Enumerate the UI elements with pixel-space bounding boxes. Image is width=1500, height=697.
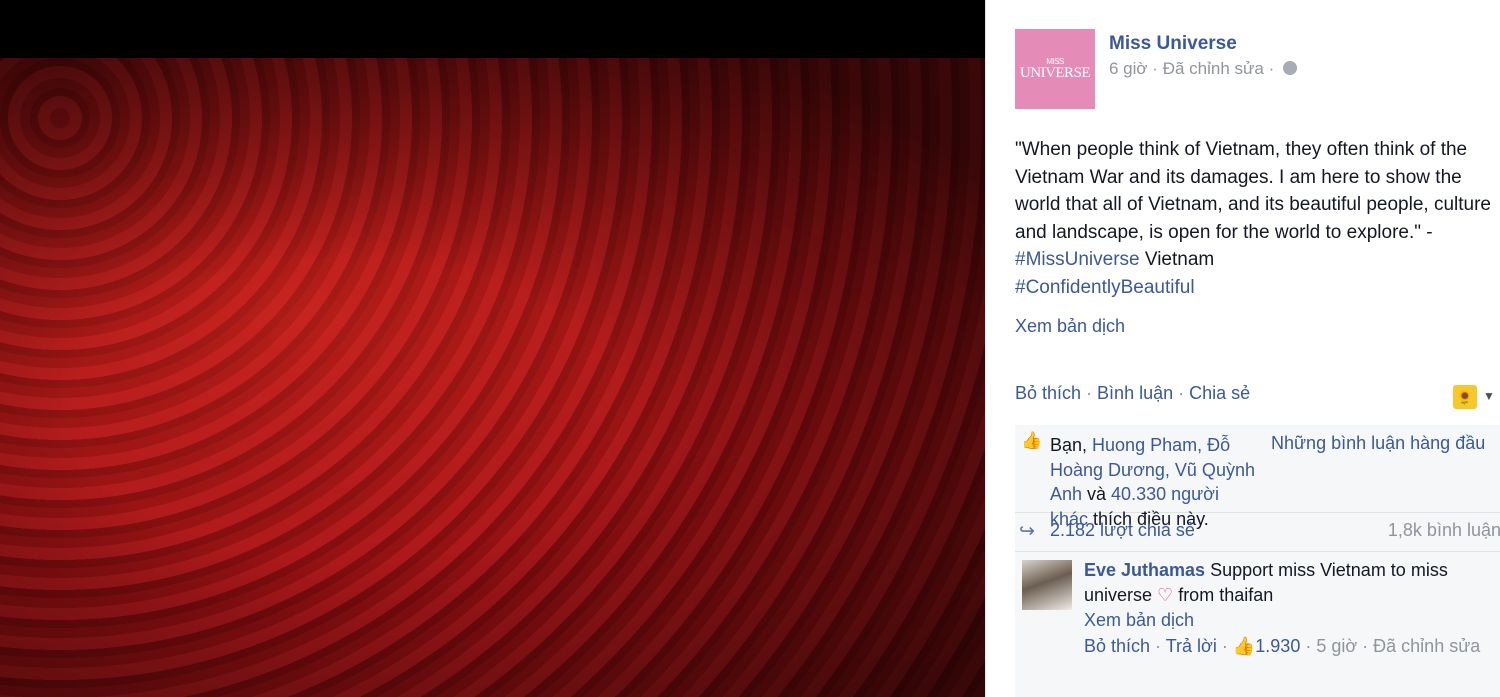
- hashtag-confidentlybeautiful[interactable]: #ConfidentlyBeautiful: [1015, 277, 1195, 298]
- globe-icon[interactable]: [1283, 61, 1297, 75]
- see-translation-link[interactable]: Xem bản dịch: [1015, 316, 1125, 337]
- post-time[interactable]: 6 giờ: [1109, 59, 1148, 78]
- miss-universe-logo: MISS UNIVERSE: [1019, 56, 1091, 81]
- comment-unlike-link[interactable]: Bỏ thích: [1084, 636, 1150, 656]
- hashtag-missuniverse[interactable]: #MissUniverse: [1015, 249, 1140, 270]
- page-avatar[interactable]: MISS UNIVERSE: [1015, 29, 1095, 109]
- avatar[interactable]: [1022, 560, 1072, 610]
- comments-count: 1,8k bình luận: [1387, 520, 1500, 540]
- comment-item: Eve Juthamas Support miss Vietnam to mis…: [1015, 552, 1500, 697]
- shares-row: ↪ 2.182 lượt chia sẻ 1,8k bình luận: [1015, 513, 1500, 552]
- post-photo[interactable]: [0, 0, 985, 697]
- photo-top-band: [0, 0, 985, 58]
- post-edited[interactable]: Đã chỉnh sửa: [1163, 59, 1264, 78]
- shares-count-link[interactable]: 2.182 lượt chia sẻ: [1050, 520, 1195, 541]
- top-comments-dropdown[interactable]: Những bình luận hàng đầu: [1271, 433, 1485, 454]
- comment-reply-link[interactable]: Trả lời: [1166, 636, 1217, 656]
- share-arrow-icon: ↪: [1019, 521, 1035, 542]
- sunflower-emoji-icon[interactable]: 🌻: [1453, 385, 1477, 409]
- comment-see-translation[interactable]: Xem bản dịch: [1084, 608, 1484, 633]
- comment-body: Eve Juthamas Support miss Vietnam to mis…: [1084, 558, 1484, 659]
- thumbs-up-icon: 👍: [1021, 431, 1043, 450]
- heart-icon: ♡: [1157, 585, 1174, 605]
- comment-actions: Bỏ thích · Trả lời · 👍1.930 · 5 giờ · Đã…: [1084, 636, 1481, 656]
- post-text: "When people think of Vietnam, they ofte…: [1015, 139, 1491, 298]
- comment-time[interactable]: 5 giờ: [1316, 636, 1357, 656]
- post-side-panel: MISS UNIVERSE Miss Universe 6 giờ · Đã c…: [985, 0, 1500, 697]
- chevron-down-icon[interactable]: ▼: [1483, 389, 1495, 403]
- post-actions: Bỏ thích · Bình luận · Chia sẻ: [1015, 383, 1251, 403]
- unlike-link[interactable]: Bỏ thích: [1015, 383, 1081, 403]
- page-name-link[interactable]: Miss Universe: [1109, 33, 1237, 55]
- photo-vignette: [0, 58, 985, 697]
- comment-edited[interactable]: Đã chỉnh sửa: [1373, 636, 1480, 656]
- thumbs-up-icon: 👍: [1232, 636, 1256, 656]
- share-link[interactable]: Chia sẻ: [1189, 383, 1250, 403]
- likes-row: 👍 Bạn, Huong Pham, Đỗ Hoàng Dương, Vũ Qu…: [1015, 425, 1500, 529]
- comment-author[interactable]: Eve Juthamas: [1084, 560, 1205, 580]
- comment-link[interactable]: Bình luận: [1097, 383, 1173, 403]
- comment-like-count[interactable]: 1.930: [1255, 636, 1300, 656]
- feedback-box: 👍 Bạn, Huong Pham, Đỗ Hoàng Dương, Vũ Qu…: [1015, 425, 1500, 697]
- post-meta: 6 giờ · Đã chỉnh sửa ·: [1109, 59, 1297, 79]
